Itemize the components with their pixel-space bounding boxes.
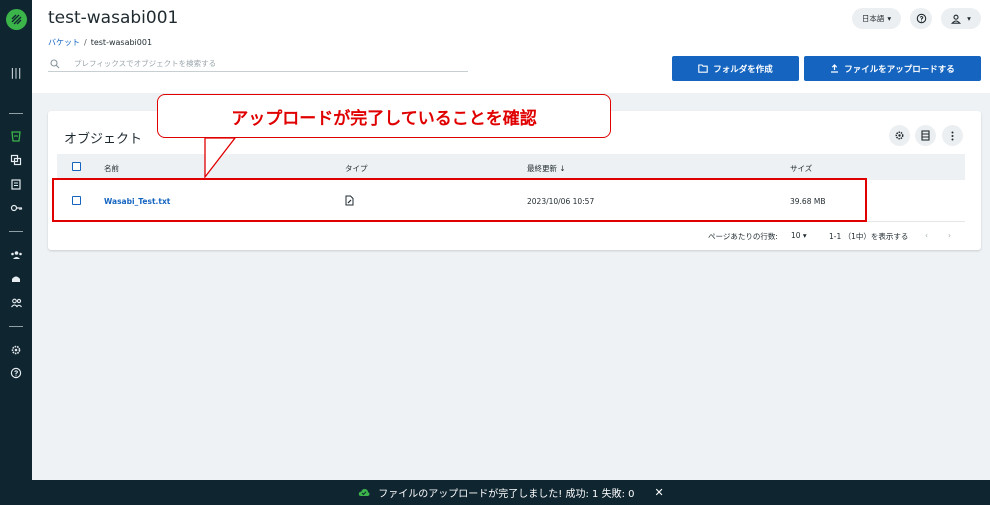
- upload-snackbar: ファイルのアップロードが完了しました! 成功: 1 失敗: 0 ✕: [32, 480, 990, 505]
- wasabi-logo-icon[interactable]: [6, 9, 27, 30]
- user-icon: [951, 14, 962, 24]
- cloud-check-icon: [359, 488, 370, 496]
- close-icon[interactable]: ✕: [654, 486, 663, 499]
- search-input[interactable]: [74, 59, 454, 68]
- table-header: 名前 タイプ 最終更新 ↓ サイズ: [57, 154, 965, 180]
- page-title: test-wasabi001: [48, 8, 179, 28]
- objects-title: オブジェクト: [64, 132, 143, 147]
- columns-icon: [921, 130, 930, 141]
- language-selector[interactable]: 日本語 ▾: [852, 8, 901, 29]
- language-label: 日本語: [861, 14, 885, 23]
- search-bar: [48, 56, 468, 72]
- bucket-settings-button[interactable]: [889, 125, 910, 146]
- breadcrumb: バケット / test-wasabi001: [48, 37, 152, 48]
- breadcrumb-buckets-link[interactable]: バケット: [48, 38, 80, 47]
- upload-icon: [831, 64, 839, 73]
- buckets-copy-icon[interactable]: [9, 154, 23, 168]
- rows-per-page-label: ページあたりの行数:: [708, 232, 778, 241]
- more-vertical-icon: [951, 131, 954, 140]
- breadcrumb-current: test-wasabi001: [90, 38, 153, 47]
- app-window: ||| test-wasabi001 バケット / test-wasabi001…: [0, 0, 990, 505]
- settings-gear-icon[interactable]: [9, 344, 23, 358]
- sidebar-divider: [9, 113, 23, 114]
- upload-files-button[interactable]: ファイルをアップロードする: [804, 56, 981, 81]
- create-folder-button[interactable]: フォルダを作成: [672, 56, 799, 81]
- groups-icon[interactable]: [9, 249, 23, 263]
- create-folder-label: フォルダを作成: [713, 64, 773, 75]
- column-size-header[interactable]: サイズ: [790, 163, 812, 174]
- prev-page-button[interactable]: ‹: [925, 231, 928, 240]
- pagination-range: 1-1 （1中）を表示する: [829, 232, 909, 241]
- bucket-icon[interactable]: [9, 130, 23, 144]
- help-button[interactable]: [910, 8, 932, 29]
- more-options-button[interactable]: [942, 125, 963, 146]
- users-icon[interactable]: [9, 297, 23, 311]
- view-options-button[interactable]: [915, 125, 936, 146]
- sidebar-divider: [9, 231, 23, 232]
- search-icon: [50, 58, 60, 68]
- sidebar-divider: [9, 326, 23, 327]
- breadcrumb-separator: /: [84, 38, 87, 47]
- rows-per-page-select[interactable]: 10 ▾: [791, 231, 807, 240]
- select-all-checkbox[interactable]: [72, 162, 81, 171]
- clipboard-icon[interactable]: [9, 178, 23, 192]
- annotation-callout: アップロードが完了していることを確認: [157, 94, 611, 138]
- menu-icon[interactable]: |||: [9, 66, 23, 80]
- chevron-down-icon: ▾: [967, 14, 971, 23]
- column-type-header[interactable]: タイプ: [345, 163, 368, 174]
- storage-icon[interactable]: [9, 273, 23, 287]
- snackbar-message: ファイルのアップロードが完了しました! 成功: 1 失敗: 0: [378, 489, 635, 500]
- account-menu-button[interactable]: ▾: [941, 8, 981, 29]
- upload-files-label: ファイルをアップロードする: [844, 64, 955, 75]
- sidebar: |||: [0, 0, 32, 505]
- highlight-box: [52, 178, 867, 222]
- help-icon[interactable]: [9, 367, 23, 381]
- folder-icon: [698, 64, 708, 73]
- settings-gear-icon: [895, 131, 904, 140]
- chevron-down-icon: ▾: [887, 14, 892, 23]
- key-icon[interactable]: [9, 202, 23, 216]
- help-icon: [916, 13, 926, 24]
- column-name-header[interactable]: 名前: [104, 163, 119, 174]
- column-modified-header[interactable]: 最終更新 ↓: [527, 163, 566, 174]
- next-page-button[interactable]: ›: [948, 231, 951, 240]
